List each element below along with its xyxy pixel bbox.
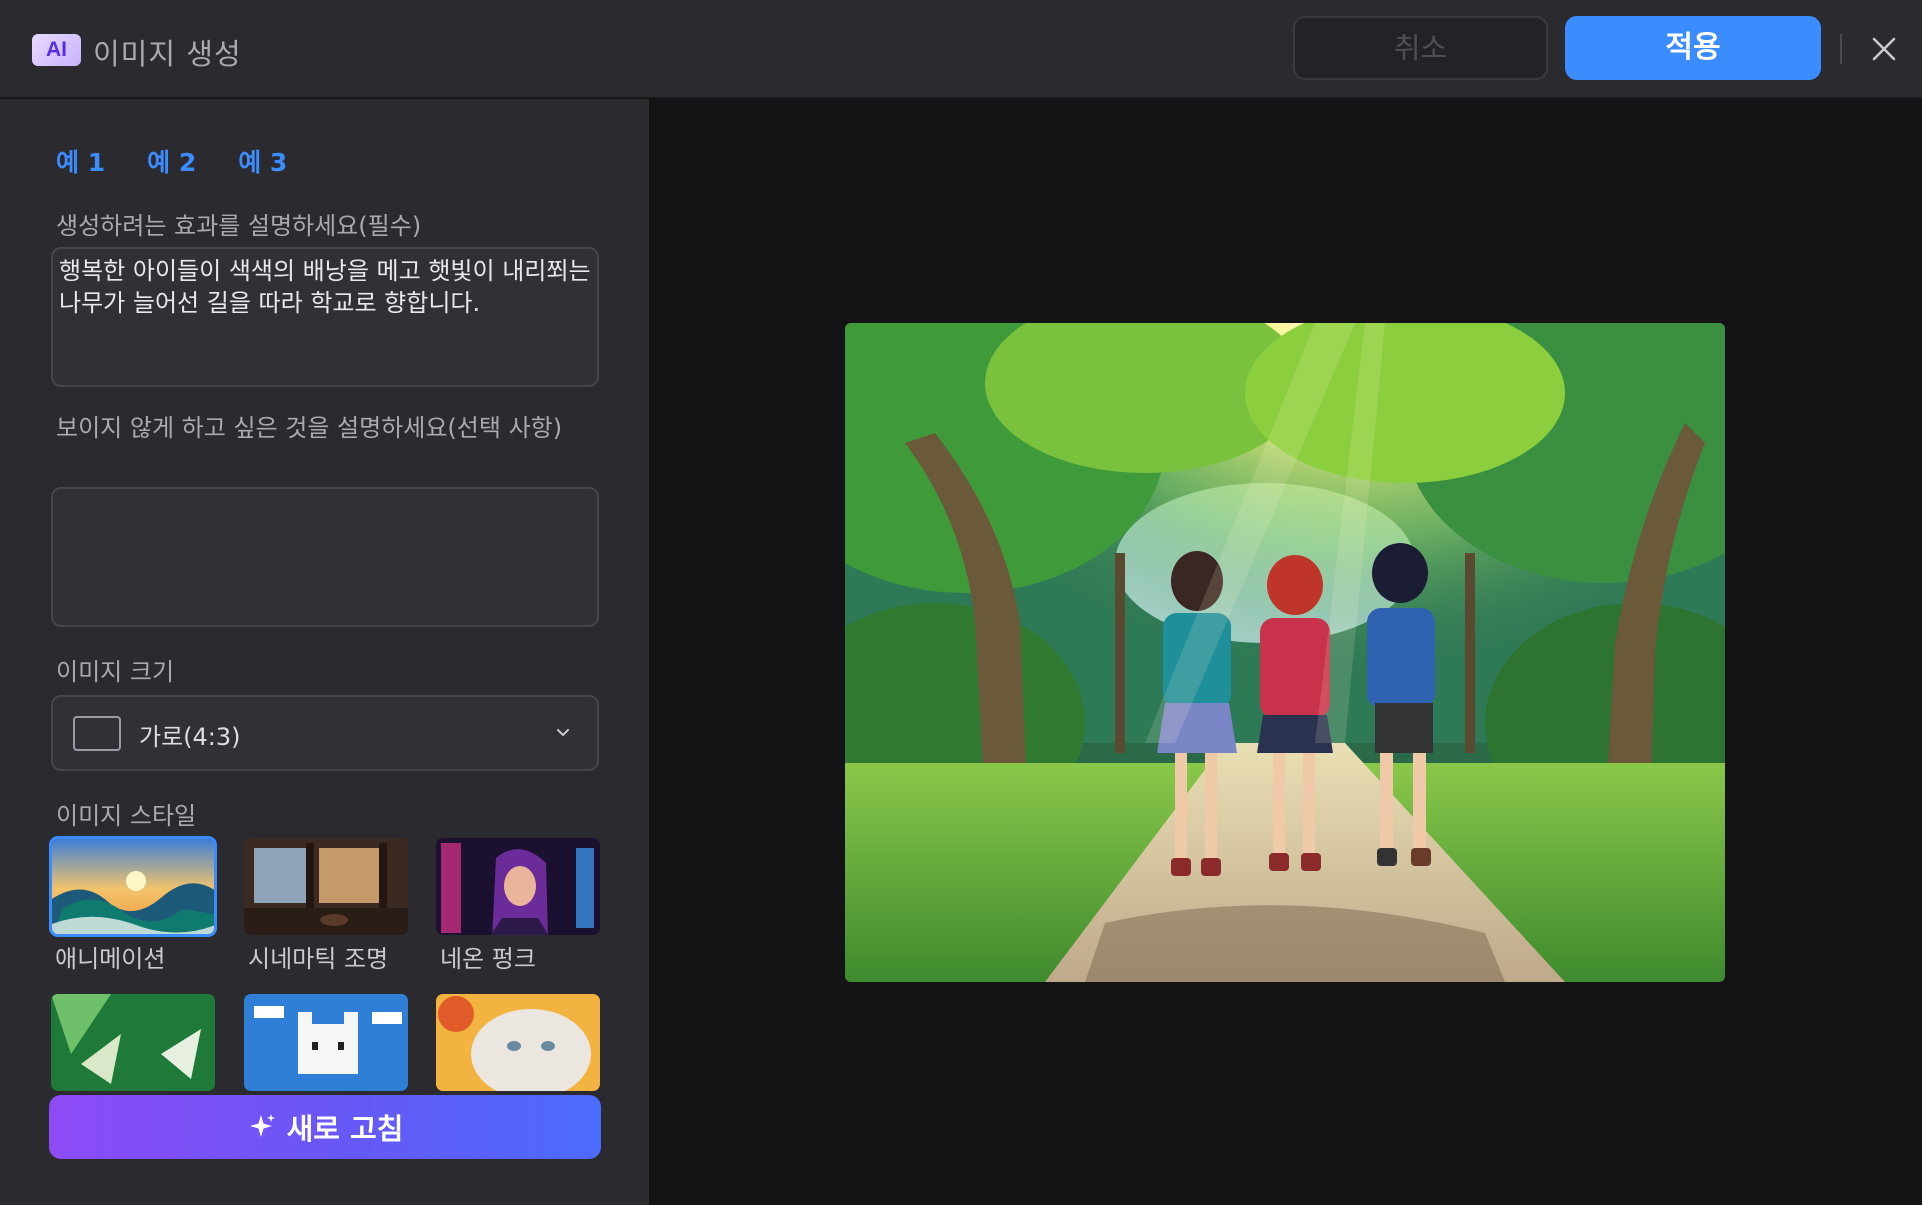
tab-example-2[interactable]: 예 2 [147,143,196,179]
sparkle-icon [249,1114,275,1137]
style-card-pixel-art[interactable] [242,992,410,1095]
style-card-painting[interactable] [434,992,602,1095]
ai-logo-badge: AI [32,34,81,66]
refresh-label: 새로 고침 [286,1112,404,1146]
refresh-button[interactable]: 새로 고침 [49,1095,601,1159]
tab-example-1[interactable]: 예 1 [56,143,105,179]
style-thumbnail [49,836,217,937]
close-icon[interactable] [1865,30,1903,68]
style-thumbnail [49,992,217,1093]
apply-button[interactable]: 적용 [1565,16,1821,80]
style-label: 네온 펑크 [440,945,536,973]
image-style-label: 이미지 스타일 [56,802,197,830]
style-label: 애니메이션 [55,945,166,973]
negative-prompt-label: 보이지 않게 하고 싶은 것을 설명하세요(선택 사항) [56,414,563,442]
preview-area [650,99,1922,1205]
style-card-neon-punk[interactable]: 네온 펑크 [434,836,602,974]
tab-example-3[interactable]: 예 3 [238,143,287,179]
image-size-dropdown[interactable]: 가로(4:3) [51,695,599,771]
chevron-down-icon [557,729,569,737]
cancel-button[interactable]: 취소 [1293,16,1548,80]
style-card-origami[interactable] [49,992,217,1095]
aspect-ratio-icon [73,716,121,751]
style-thumbnail [434,836,602,937]
title-bar: AI 이미지 생성 취소 적용 [0,0,1922,98]
style-thumbnail [434,992,602,1093]
style-thumbnail [242,836,410,937]
style-thumbnail [242,992,410,1093]
style-card-cinematic-lighting[interactable]: 시네마틱 조명 [242,836,410,974]
image-size-label: 이미지 크기 [56,658,175,686]
settings-panel: 예 1 예 2 예 3 생성하려는 효과를 설명하세요(필수) 행복한 아이들이… [0,99,649,1205]
prompt-textarea[interactable]: 행복한 아이들이 색색의 배낭을 메고 햇빛이 내리쬐는 나무가 늘어선 길을 … [51,247,599,387]
style-label: 시네마틱 조명 [248,945,389,973]
dialog-title: 이미지 생성 [93,37,242,71]
prompt-label: 생성하려는 효과를 설명하세요(필수) [56,212,422,240]
negative-prompt-textarea[interactable] [51,487,599,627]
generated-image-preview [845,323,1725,982]
image-size-value: 가로(4:3) [139,723,241,751]
header-divider [1840,34,1842,64]
style-card-animation[interactable]: 애니메이션 [49,836,217,974]
example-tabs: 예 1 예 2 예 3 [56,143,287,179]
